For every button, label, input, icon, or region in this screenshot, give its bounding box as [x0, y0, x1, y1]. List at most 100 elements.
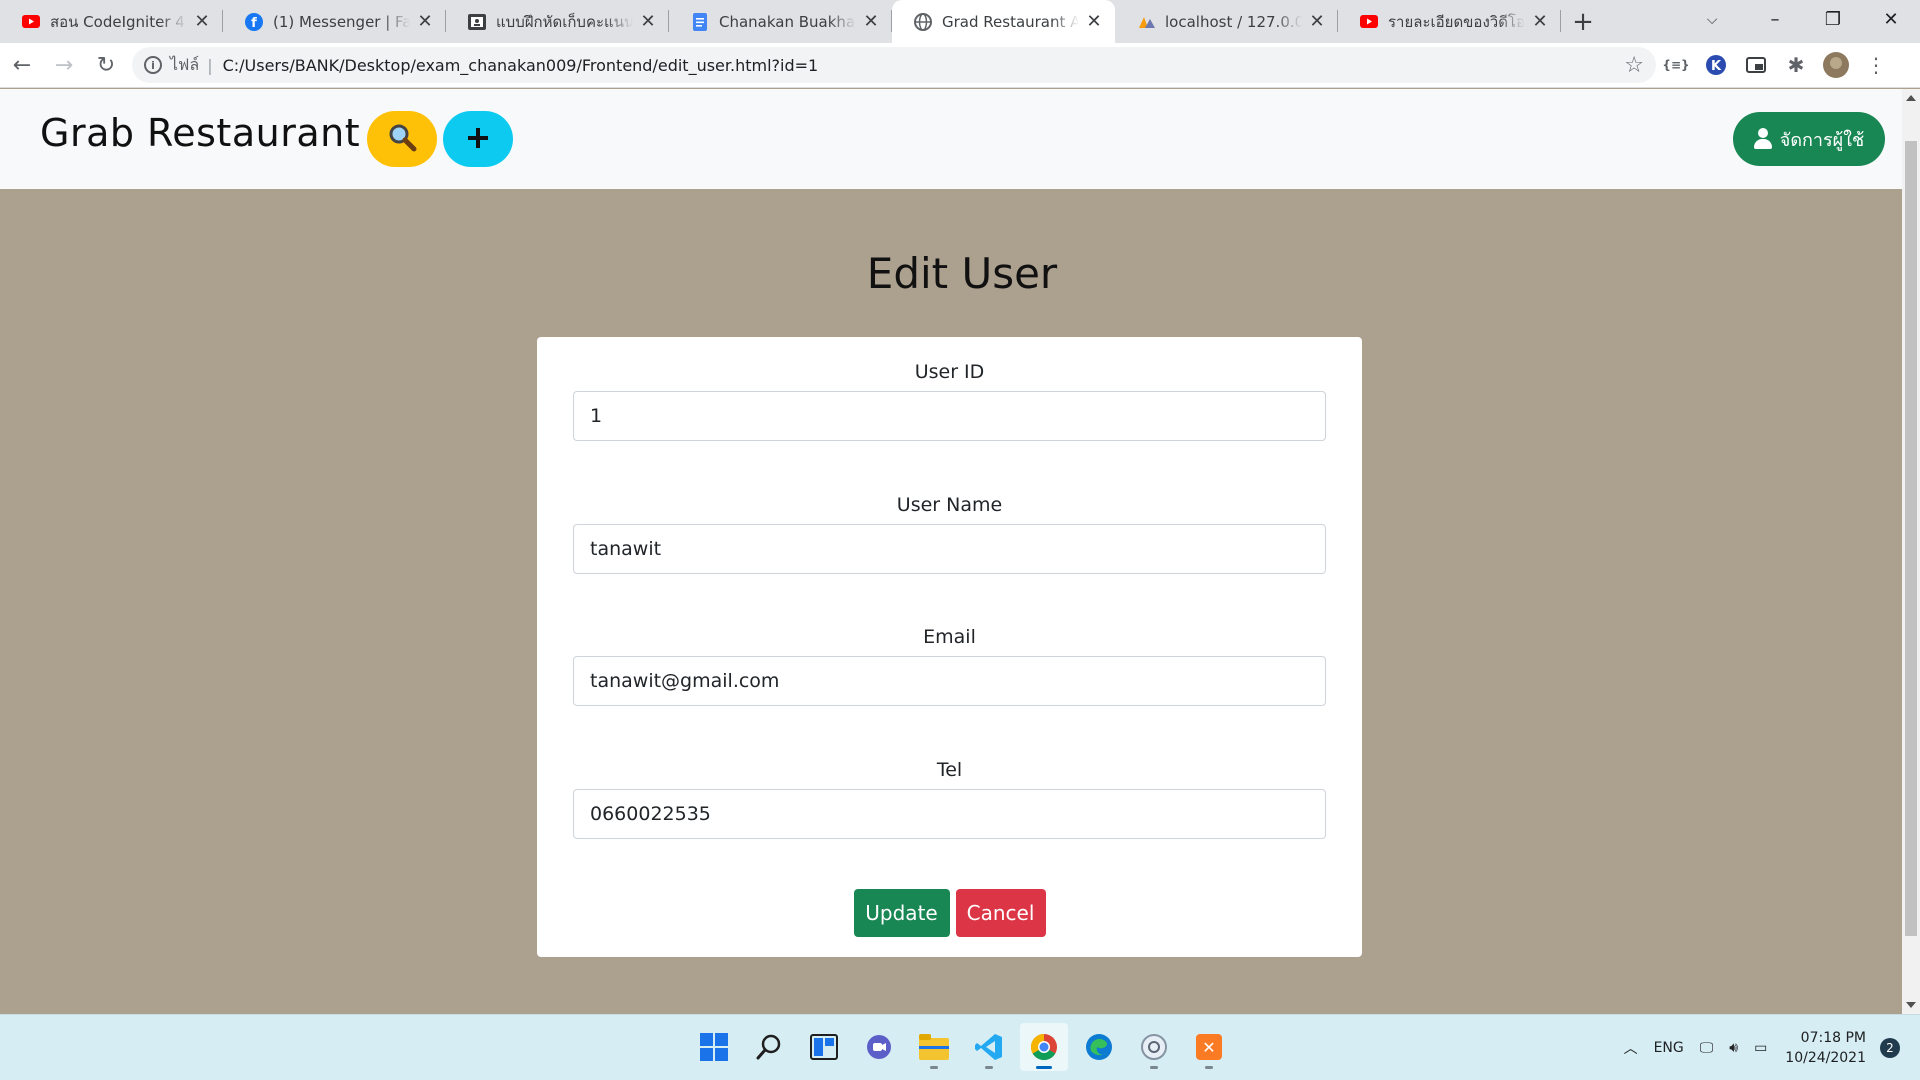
email-input[interactable]: tanawit@gmail.com	[573, 656, 1326, 706]
network-icon[interactable]: 🖵	[1700, 1040, 1714, 1056]
picture-in-picture-icon[interactable]	[1736, 47, 1776, 83]
clock-time: 07:18 PM	[1800, 1030, 1866, 1046]
close-icon[interactable]: ✕	[862, 11, 880, 32]
tab-title: สอน CodeIgniter 4 สร้	[50, 12, 187, 31]
info-icon[interactable]: i	[144, 56, 162, 74]
xampp-icon[interactable]: ✕	[1185, 1023, 1233, 1071]
close-icon[interactable]: ✕	[639, 11, 657, 32]
search-icon[interactable]	[745, 1023, 793, 1071]
page-title: Edit User	[866, 249, 1058, 298]
close-icon[interactable]: ✕	[1308, 11, 1326, 32]
window-controls: – ❐ ✕	[1746, 0, 1920, 38]
tab-title: Grad Restaurant Appl	[942, 12, 1079, 31]
manage-users-button[interactable]: จัดการผู้ใช้	[1733, 112, 1885, 166]
scroll-thumb[interactable]	[1905, 141, 1917, 936]
bookmark-star-icon[interactable]: ☆	[1624, 53, 1644, 78]
close-window-icon[interactable]: ✕	[1862, 0, 1920, 38]
widgets-icon[interactable]	[800, 1023, 848, 1071]
browser-tab[interactable]: รายละเอียดของวิดีโอ - Yo ✕	[1338, 0, 1561, 43]
user-id-label: User ID	[914, 361, 985, 383]
forward-arrow-icon[interactable]: →	[44, 47, 84, 83]
volume-icon[interactable]: 🔊︎	[1729, 1040, 1738, 1056]
email-label: Email	[923, 626, 976, 648]
brand-title[interactable]: Grab Restaurant	[40, 111, 360, 155]
clock-date: 10/24/2021	[1785, 1050, 1866, 1066]
scroll-down-arrow-icon[interactable]	[1906, 1002, 1916, 1008]
close-icon[interactable]: ✕	[1085, 11, 1103, 32]
browser-tab[interactable]: สอน CodeIgniter 4 สร้ ✕	[0, 0, 223, 43]
user-name-label: User Name	[896, 494, 1003, 516]
browser-tab[interactable]: แบบฝึกหัดเก็บคะแนน 2/2 ✕	[446, 0, 669, 43]
close-icon[interactable]: ✕	[1531, 11, 1549, 32]
taskbar: ✕ ︿ ENG 🖵 🔊︎ ▭ 07:18 PM 10/24/2021 2	[0, 1014, 1920, 1080]
browser-tab[interactable]: Chanakan Buakhaw - ✕	[669, 0, 892, 43]
page-scrollbar[interactable]	[1902, 89, 1920, 1014]
address-bar[interactable]: i ไฟล์ | C:/Users/BANK/Desktop/exam_chan…	[132, 47, 1656, 83]
user-id-group: User ID 1	[573, 361, 1326, 441]
tab-title: รายละเอียดของวิดีโอ - Yo	[1388, 12, 1525, 31]
chrome-icon[interactable]	[1020, 1023, 1068, 1071]
system-tray: ︿ ENG 🖵 🔊︎ ▭ 07:18 PM 10/24/2021 2	[1608, 1015, 1900, 1080]
running-indicator	[1036, 1066, 1052, 1069]
tel-label: Tel	[936, 759, 963, 781]
snipping-tool-icon[interactable]	[1130, 1023, 1178, 1071]
manage-users-label: จัดการผู้ใช้	[1779, 129, 1865, 151]
tab-search-chevron-icon[interactable]: ⌵	[1694, 6, 1730, 34]
browser-tab-active[interactable]: Grad Restaurant Appl ✕	[892, 0, 1115, 43]
add-button[interactable]	[443, 111, 513, 167]
battery-icon[interactable]: ▭	[1754, 1040, 1767, 1056]
browser-tab-strip: สอน CodeIgniter 4 สร้ ✕ f (1) Messenger …	[0, 0, 1920, 43]
clock[interactable]: 07:18 PM 10/24/2021	[1785, 1028, 1866, 1068]
running-indicator	[1150, 1066, 1158, 1069]
extensions-puzzle-icon[interactable]: ✱	[1776, 47, 1816, 83]
edge-icon[interactable]	[1075, 1023, 1123, 1071]
browser-toolbar: ← → ↻ i ไฟล์ | C:/Users/BANK/Desktop/exa…	[0, 43, 1920, 88]
taskbar-apps: ✕	[690, 1023, 1233, 1071]
tel-input[interactable]: 0660022535	[573, 789, 1326, 839]
file-explorer-icon[interactable]	[910, 1023, 958, 1071]
youtube-icon	[1360, 13, 1378, 31]
url-text[interactable]: C:/Users/BANK/Desktop/exam_chanakan009/F…	[223, 56, 819, 75]
tab-title: localhost / 127.0.0.1 /	[1165, 12, 1302, 31]
tel-group: Tel 0660022535	[573, 759, 1326, 839]
language-indicator[interactable]: ENG	[1654, 1040, 1684, 1056]
menu-kebab-icon[interactable]: ⋮	[1856, 47, 1896, 83]
minimize-icon[interactable]: –	[1746, 0, 1804, 38]
search-button[interactable]	[367, 111, 437, 167]
user-name-input[interactable]: tanawit	[573, 524, 1326, 574]
new-tab-button[interactable]: +	[1561, 0, 1605, 43]
search-icon	[387, 122, 417, 156]
scheme-label: ไฟล์	[170, 54, 200, 74]
user-id-input[interactable]: 1	[573, 391, 1326, 441]
cancel-button[interactable]: Cancel	[955, 889, 1046, 937]
tab-title: Chanakan Buakhaw -	[719, 12, 856, 31]
user-name-group: User Name tanawit	[573, 494, 1326, 574]
notification-badge[interactable]: 2	[1880, 1038, 1900, 1058]
scroll-up-arrow-icon[interactable]	[1906, 95, 1916, 101]
facebook-icon: f	[245, 12, 263, 31]
vscode-icon[interactable]	[965, 1023, 1013, 1071]
classroom-icon	[468, 13, 486, 31]
restore-icon[interactable]: ❐	[1804, 0, 1862, 38]
docs-icon	[691, 12, 709, 31]
k-extension-icon[interactable]: K	[1696, 47, 1736, 83]
start-windows-icon[interactable]	[690, 1023, 738, 1071]
close-icon[interactable]: ✕	[416, 11, 434, 32]
svg-text:✕: ✕	[1202, 1038, 1215, 1057]
email-group: Email tanawit@gmail.com	[573, 626, 1326, 706]
form-actions: Update Cancel	[537, 889, 1362, 937]
edit-user-form: User ID 1 User Name tanawit Email tanawi…	[537, 337, 1362, 957]
chat-icon[interactable]	[855, 1023, 903, 1071]
globe-icon	[914, 12, 932, 31]
browser-tab[interactable]: localhost / 127.0.0.1 / ✕	[1115, 0, 1338, 43]
chevron-up-icon[interactable]: ︿	[1624, 1038, 1638, 1058]
profile-avatar[interactable]	[1816, 47, 1856, 83]
json-viewer-extension-icon[interactable]: {≡}	[1656, 47, 1696, 83]
update-button[interactable]: Update	[853, 889, 950, 937]
scheme-separator: |	[207, 55, 213, 75]
reload-icon[interactable]: ↻	[86, 47, 126, 83]
close-icon[interactable]: ✕	[193, 11, 211, 32]
back-arrow-icon[interactable]: ←	[2, 47, 42, 83]
tab-title: แบบฝึกหัดเก็บคะแนน 2/2	[496, 12, 633, 31]
browser-tab[interactable]: f (1) Messenger | Faceb ✕	[223, 0, 446, 43]
